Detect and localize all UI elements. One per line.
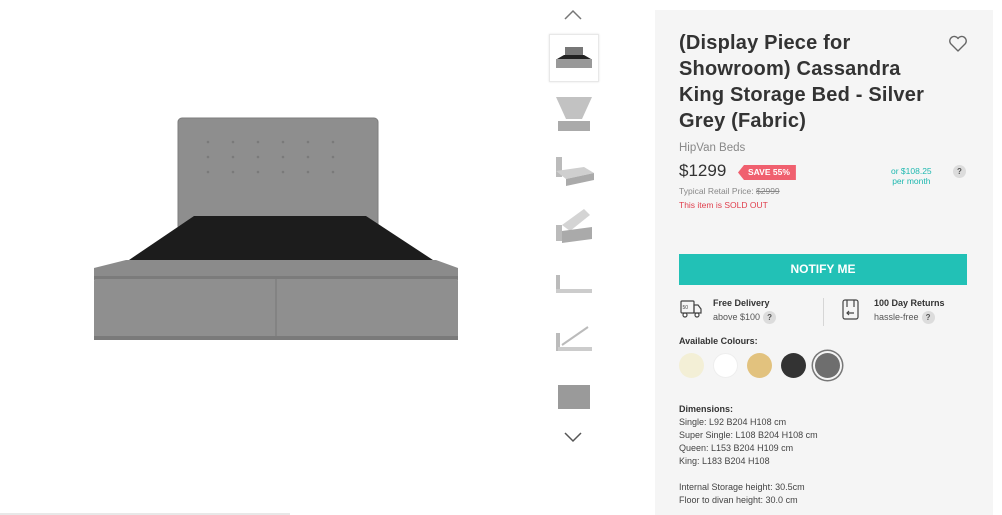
- colour-swatch[interactable]: [679, 353, 704, 378]
- colour-swatch[interactable]: [815, 353, 840, 378]
- product-title: (Display Piece for Showroom) Cassandra K…: [679, 32, 925, 132]
- delivery-threshold: above $100: [713, 311, 761, 322]
- price: $1299: [679, 161, 727, 180]
- dimension-line: Super Single: L108 B204 H108 cm: [679, 430, 818, 440]
- save-badge: SAVE 55%: [738, 165, 796, 180]
- thumbnail-6[interactable]: [549, 314, 599, 362]
- storage-height: Internal Storage height: 30.5cm: [679, 482, 805, 492]
- main-product-image[interactable]: [0, 0, 560, 515]
- thumbnail-1[interactable]: [549, 34, 599, 82]
- wishlist-button[interactable]: [948, 35, 968, 53]
- return-box-icon: [842, 299, 859, 320]
- thumbnail-3[interactable]: [549, 146, 599, 194]
- thumbnail-2[interactable]: [549, 90, 599, 138]
- heart-outline-icon: [949, 35, 967, 52]
- notify-me-button[interactable]: NOTIFY ME: [679, 254, 967, 285]
- retail-price-label: Typical Retail Price:: [679, 186, 754, 196]
- chevron-down-icon: [564, 432, 582, 443]
- colour-swatch[interactable]: [781, 353, 806, 378]
- monthly-payment: or $108.25 per month: [891, 166, 932, 186]
- brand-link[interactable]: HipVan Beds: [679, 142, 745, 154]
- returns-policy: hassle-free: [874, 311, 919, 322]
- delivery-help-icon[interactable]: ?: [763, 311, 777, 324]
- dimension-line: King: L183 B204 H108: [679, 456, 770, 466]
- thumbnails-down-button[interactable]: [561, 428, 585, 446]
- features-divider: [823, 298, 824, 326]
- thumbnail-7[interactable]: [549, 370, 599, 418]
- delivery-truck-icon: 50: [680, 300, 702, 318]
- dimensions-block: Dimensions: Single: L92 B204 H108 cm Sup…: [679, 403, 818, 507]
- dimensions-heading: Dimensions:: [679, 404, 734, 414]
- sold-out-status: This item is SOLD OUT: [679, 200, 768, 210]
- chevron-up-icon: [564, 9, 582, 20]
- colour-swatch[interactable]: [747, 353, 772, 378]
- storage-bed-illustration: [94, 117, 458, 340]
- returns-sub: hassle-free?: [874, 311, 935, 324]
- retail-price-value: $2999: [756, 186, 780, 196]
- product-page: (Display Piece for Showroom) Cassandra K…: [0, 0, 1002, 515]
- monthly-help-icon[interactable]: ?: [953, 165, 966, 178]
- thumbnail-4[interactable]: [549, 202, 599, 250]
- returns-title: 100 Day Returns: [874, 298, 945, 308]
- thumbnail-strip: [545, 0, 603, 515]
- colours-label: Available Colours:: [679, 336, 758, 346]
- colour-swatch[interactable]: [713, 353, 738, 378]
- delivery-sub: above $100?: [713, 311, 777, 324]
- svg-text:50: 50: [683, 305, 689, 311]
- monthly-period: per month: [892, 175, 931, 186]
- product-info-panel: (Display Piece for Showroom) Cassandra K…: [655, 10, 993, 515]
- free-delivery-info: 50 Free Delivery above $100?: [679, 298, 819, 328]
- dimension-line: Queen: L153 B204 H109 cm: [679, 443, 794, 453]
- retail-price: Typical Retail Price: $2999: [679, 186, 780, 196]
- divan-height: Floor to divan height: 30.0 cm: [679, 495, 798, 505]
- delivery-title: Free Delivery: [713, 298, 770, 308]
- dimension-line: Single: L92 B204 H108 cm: [679, 417, 787, 427]
- returns-info: 100 Day Returns hassle-free?: [840, 298, 980, 328]
- returns-help-icon[interactable]: ?: [921, 311, 935, 324]
- thumbnail-5[interactable]: [549, 258, 599, 306]
- thumbnails-up-button[interactable]: [561, 6, 585, 24]
